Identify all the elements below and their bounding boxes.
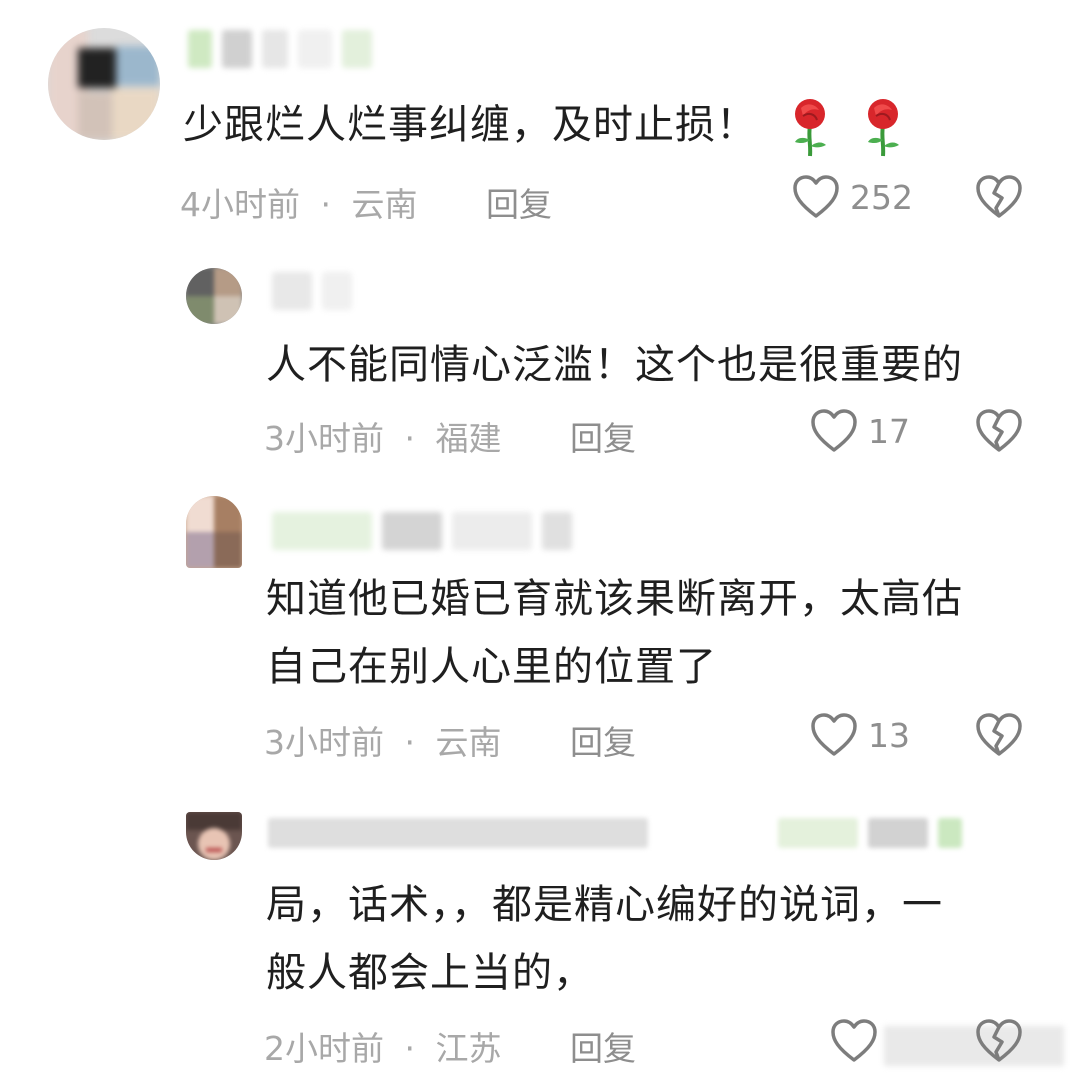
reply-button[interactable]: 回复 bbox=[570, 412, 636, 460]
heart-icon bbox=[793, 175, 839, 218]
heart-icon bbox=[811, 409, 857, 452]
comment-meta: 3小时前 · 福建 bbox=[264, 412, 502, 460]
like-count: 252 bbox=[850, 177, 913, 217]
like-button[interactable] bbox=[830, 1018, 888, 1064]
heart-icon bbox=[811, 713, 857, 756]
comment-meta: 3小时前 · 云南 bbox=[264, 716, 502, 764]
location: 云南 bbox=[435, 723, 502, 762]
like-count: 13 bbox=[868, 715, 910, 755]
reply-button[interactable]: 回复 bbox=[570, 716, 636, 764]
location: 江苏 bbox=[435, 1029, 502, 1068]
avatar[interactable] bbox=[186, 496, 242, 568]
rose-emoji-icon bbox=[868, 99, 900, 157]
separator-dot: · bbox=[404, 1029, 416, 1068]
comment-text-line-1: 局，话术，，都是精心编好的说词，一 bbox=[266, 882, 943, 928]
username-blurred[interactable] bbox=[268, 818, 962, 848]
rose-emoji-icon bbox=[794, 99, 826, 157]
timestamp: 3小时前 bbox=[264, 723, 384, 762]
username-blurred[interactable] bbox=[272, 272, 352, 310]
broken-heart-icon[interactable] bbox=[975, 408, 1023, 454]
separator-dot: · bbox=[320, 185, 332, 224]
timestamp: 2小时前 bbox=[264, 1029, 384, 1068]
timestamp: 4小时前 bbox=[180, 185, 300, 224]
separator-dot: · bbox=[404, 419, 416, 458]
like-button[interactable]: 13 bbox=[810, 712, 910, 758]
comment-text-line-1: 知道他已婚已育就该果断离开，太高估 bbox=[266, 576, 963, 622]
timestamp: 3小时前 bbox=[264, 419, 384, 458]
avatar[interactable] bbox=[48, 28, 160, 140]
like-button[interactable]: 252 bbox=[792, 174, 913, 220]
like-button[interactable]: 17 bbox=[810, 408, 910, 454]
broken-heart-icon[interactable] bbox=[975, 174, 1023, 220]
comment-text: 人不能同情心泛滥！这个也是很重要的 bbox=[266, 342, 963, 388]
comment-text-line-2: 般人都会上当的， bbox=[266, 950, 594, 996]
broken-heart-icon[interactable] bbox=[975, 1018, 1023, 1064]
username-blurred[interactable] bbox=[272, 512, 572, 550]
comment-text: 少跟烂人烂事纠缠，及时止损！ bbox=[183, 94, 904, 158]
username-blurred[interactable] bbox=[188, 30, 372, 68]
heart-icon bbox=[831, 1019, 877, 1062]
comment-meta: 4小时前 · 云南 bbox=[180, 178, 418, 226]
like-count: 17 bbox=[868, 411, 910, 451]
watermark-blur bbox=[884, 1026, 1064, 1066]
reply-button[interactable]: 回复 bbox=[570, 1022, 636, 1070]
avatar[interactable] bbox=[186, 268, 242, 324]
comment-text-line-2: 自己在别人心里的位置了 bbox=[266, 644, 717, 690]
reply-button[interactable]: 回复 bbox=[486, 178, 552, 226]
location: 云南 bbox=[351, 185, 418, 224]
comment-meta: 2小时前 · 江苏 bbox=[264, 1022, 502, 1070]
location: 福建 bbox=[435, 419, 502, 458]
broken-heart-icon[interactable] bbox=[975, 712, 1023, 758]
avatar[interactable] bbox=[186, 812, 242, 860]
separator-dot: · bbox=[404, 723, 416, 762]
